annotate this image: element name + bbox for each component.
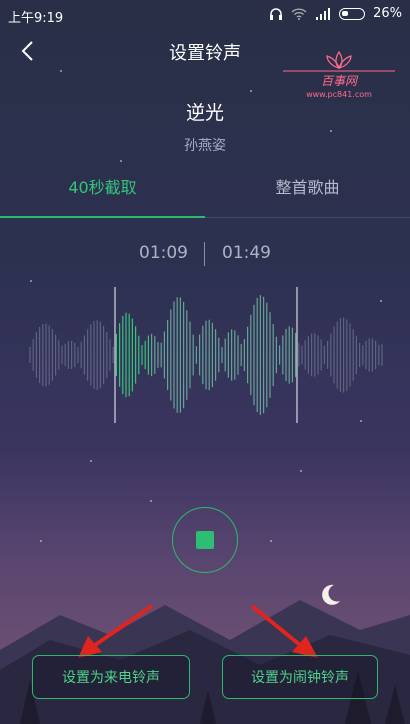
clip-time-range: 01:09 01:49 (0, 240, 410, 270)
set-ringtone-button[interactable]: 设置为来电铃声 (32, 655, 190, 699)
signal-icon (316, 7, 331, 20)
battery-icon (339, 7, 366, 20)
tab-bar: 40秒截取 整首歌曲 (0, 170, 410, 218)
headphones-icon (270, 7, 283, 20)
status-icons: 26% (269, 6, 402, 21)
lotus-icon (283, 50, 395, 72)
status-bar: 上午9:19 26% (0, 0, 410, 30)
set-alarm-button[interactable]: 设置为闹钟铃声 (222, 655, 378, 699)
stop-icon (196, 531, 214, 549)
clip-end-time: 01:49 (222, 243, 271, 263)
watermark-brand: 百事网 (320, 74, 357, 88)
waveform[interactable] (0, 285, 410, 425)
battery-percent: 26% (373, 6, 402, 21)
tab-full-song[interactable]: 整首歌曲 (205, 170, 410, 216)
time-separator (204, 242, 205, 266)
status-time: 上午9:19 (8, 11, 64, 26)
song-artist: 孙燕姿 (184, 138, 226, 154)
song-title: 逆光 (185, 102, 224, 124)
tab-40s-clip[interactable]: 40秒截取 (0, 170, 205, 216)
tab-active-indicator (0, 216, 205, 218)
clip-start-time: 01:09 (139, 243, 188, 263)
wifi-icon (291, 7, 307, 20)
